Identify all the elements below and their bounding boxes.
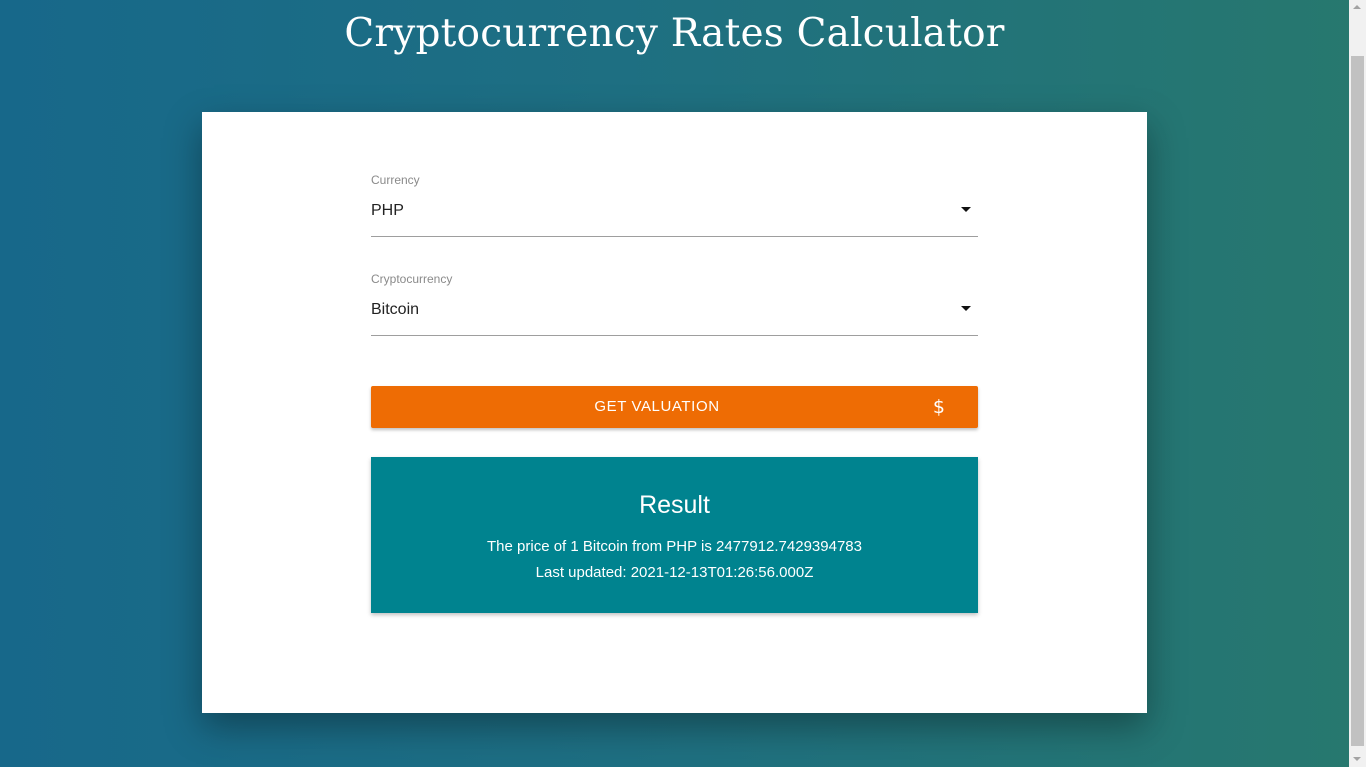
calculator-card: Currency PHP Cryptocurrency Bitcoin GET … — [202, 112, 1147, 713]
page-title: Cryptocurrency Rates Calculator — [344, 11, 1005, 56]
currency-label: Currency — [371, 173, 420, 187]
cryptocurrency-value: Bitcoin — [371, 301, 420, 318]
result-panel: Result The price of 1 Bitcoin from PHP i… — [371, 457, 978, 613]
dollar-icon: $ — [932, 396, 945, 418]
result-price-text: The price of 1 Bitcoin from PHP is 24779… — [487, 538, 862, 555]
cryptocurrency-label: Cryptocurrency — [371, 272, 453, 286]
get-valuation-label: GET VALUATION — [594, 398, 720, 415]
chevron-down-icon[interactable] — [961, 207, 971, 212]
page-background: Cryptocurrency Rates Calculator Currency… — [0, 0, 1349, 767]
result-title: Result — [639, 491, 710, 519]
scroll-down-arrow-icon[interactable] — [1353, 757, 1361, 761]
scrollbar-thumb[interactable] — [1351, 56, 1364, 746]
cryptocurrency-select[interactable]: Cryptocurrency Bitcoin — [371, 272, 978, 336]
currency-select[interactable]: Currency PHP — [371, 173, 978, 237]
currency-value: PHP — [371, 202, 404, 219]
result-updated-text: Last updated: 2021-12-13T01:26:56.000Z — [535, 564, 814, 581]
chevron-down-icon[interactable] — [961, 306, 971, 311]
scroll-up-arrow-icon[interactable] — [1353, 5, 1361, 9]
get-valuation-button[interactable]: GET VALUATION $ — [371, 386, 978, 428]
vertical-scrollbar[interactable] — [1349, 0, 1366, 767]
